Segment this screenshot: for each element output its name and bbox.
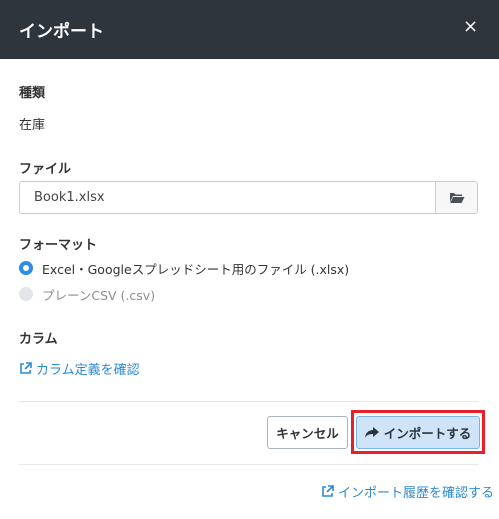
share-arrow-icon bbox=[364, 426, 379, 438]
radio-unchecked-icon[interactable] bbox=[19, 287, 33, 301]
file-label: ファイル bbox=[19, 162, 72, 177]
cancel-button[interactable]: キャンセル bbox=[267, 416, 348, 449]
external-link-icon bbox=[322, 485, 334, 497]
divider bbox=[19, 401, 479, 402]
column-definition-link-label: カラム定義を確認 bbox=[36, 363, 140, 378]
dialog-header: インポート × bbox=[0, 0, 499, 59]
import-button-label: インポートする bbox=[383, 426, 472, 441]
kind-value: 在庫 bbox=[19, 118, 46, 133]
radio-checked-icon[interactable] bbox=[19, 261, 33, 275]
format-option-label: Excel・Googleスプレッドシート用のファイル (.xlsx) bbox=[42, 261, 350, 277]
dialog-title: インポート bbox=[19, 22, 104, 42]
folder-open-icon bbox=[449, 193, 464, 203]
import-history-link[interactable]: インポート履歴を確認する bbox=[321, 482, 494, 501]
format-option-csv[interactable]: プレーンCSV (.csv) bbox=[19, 285, 155, 303]
browse-file-button[interactable] bbox=[435, 181, 478, 214]
file-input-group bbox=[19, 181, 478, 214]
close-icon[interactable]: × bbox=[463, 17, 478, 37]
import-button[interactable]: インポートする bbox=[356, 416, 480, 449]
format-option-label: プレーンCSV (.csv) bbox=[42, 287, 156, 303]
divider bbox=[19, 464, 479, 465]
columns-label: カラム bbox=[19, 332, 58, 347]
file-name-input[interactable] bbox=[19, 181, 435, 214]
kind-label: 種類 bbox=[19, 86, 46, 101]
import-history-link-label: インポート履歴を確認する bbox=[338, 486, 495, 501]
column-definition-link[interactable]: カラム定義を確認 bbox=[19, 359, 140, 378]
format-label: フォーマット bbox=[19, 238, 98, 253]
external-link-icon bbox=[20, 362, 32, 374]
format-option-xlsx[interactable]: Excel・Googleスプレッドシート用のファイル (.xlsx) bbox=[19, 259, 349, 277]
